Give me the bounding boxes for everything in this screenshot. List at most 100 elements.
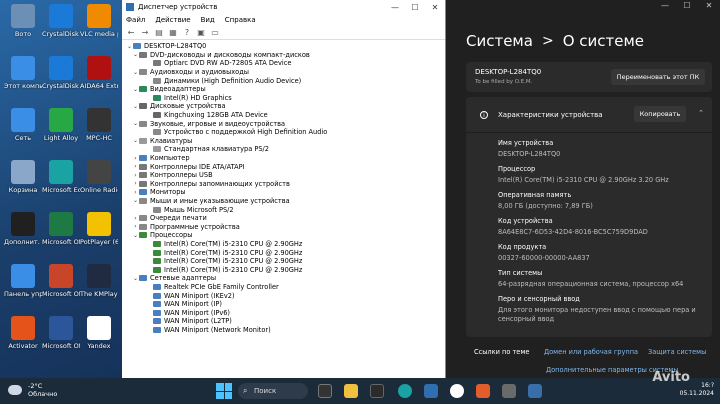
desktop-icon[interactable]: Microsoft Office Exc... — [42, 212, 80, 246]
device-category[interactable]: › Очереди печати — [126, 214, 445, 223]
desktop-icon[interactable]: Microsoft Edge — [42, 160, 80, 194]
device-item[interactable]: Intel(R) Core(TM) i5-2310 CPU @ 2.90GHz — [126, 257, 445, 266]
desktop-icon[interactable]: Дополнит. сведения... — [4, 212, 42, 246]
device-specs-header[interactable]: i Характеристики устройства Копировать ⌃ — [466, 97, 712, 133]
device-item[interactable]: Динамики (High Definition Audio Device) — [126, 76, 445, 85]
chevron-right-icon[interactable]: › — [132, 215, 139, 222]
chevron-down-icon[interactable]: ⌄ — [132, 86, 139, 93]
desktop-icon[interactable]: CrystalDisk Shedkin — [42, 4, 80, 38]
chevron-right-icon[interactable]: › — [132, 223, 139, 230]
copy-button[interactable]: Копировать — [634, 106, 686, 122]
domain-workgroup-link[interactable]: Домен или рабочая группа — [544, 348, 638, 356]
store-icon[interactable] — [424, 384, 438, 398]
chevron-right-icon[interactable]: › — [132, 155, 139, 162]
properties-icon[interactable]: ▦ — [168, 28, 178, 37]
chevron-down-icon[interactable]: ⌄ — [132, 137, 139, 144]
desktop-icon[interactable]: Light Alloy — [42, 108, 80, 142]
desktop-icon[interactable]: Этот компьютер — [4, 56, 42, 90]
task-view-icon[interactable] — [318, 384, 332, 398]
chevron-down-icon[interactable]: ⌄ — [126, 43, 133, 50]
desktop-icon[interactable]: Boтo — [4, 4, 42, 38]
monitor-icon[interactable]: ▭ — [210, 28, 220, 37]
device-item[interactable]: Optiarc DVD RW AD-7280S ATA Device — [126, 59, 445, 68]
device-category[interactable]: › Контроллеры USB — [126, 171, 445, 180]
chevron-down-icon[interactable]: ⌄ — [132, 69, 139, 76]
device-category[interactable]: › Контроллеры IDE ATA/ATAPI — [126, 162, 445, 171]
maximize-button[interactable]: ☐ — [405, 3, 425, 12]
device-item[interactable]: Устройство с поддержкой High Definition … — [126, 128, 445, 137]
desktop-icon[interactable]: VLC media player — [80, 4, 118, 38]
desktop-icon[interactable]: Yandex — [80, 316, 118, 350]
help-icon[interactable]: ? — [182, 28, 192, 37]
close-button[interactable]: ✕ — [425, 3, 445, 12]
desktop-icon[interactable]: Сеть — [4, 108, 42, 142]
chevron-right-icon[interactable]: › — [132, 180, 139, 187]
desktop-icon[interactable]: AIDA64 Extreme — [80, 56, 118, 90]
system-protection-link[interactable]: Защита системы — [648, 348, 706, 356]
minimize-button[interactable]: — — [385, 3, 405, 12]
back-icon[interactable]: ← — [126, 28, 136, 37]
device-item[interactable]: Мышь Microsoft PS/2 — [126, 205, 445, 214]
device-category[interactable]: ⌄ Клавиатуры — [126, 137, 445, 146]
chevron-right-icon[interactable]: › — [132, 172, 139, 179]
menu-action[interactable]: Действие — [155, 16, 190, 24]
edge-icon[interactable] — [398, 384, 412, 398]
yandex-icon[interactable] — [450, 384, 464, 398]
chevron-up-icon[interactable]: ⌃ — [698, 109, 704, 117]
chevron-down-icon[interactable]: ⌄ — [132, 120, 139, 127]
settings-minimize-button[interactable]: — — [654, 0, 676, 12]
device-category[interactable]: ⌄ Сетевые адаптеры — [126, 274, 445, 283]
taskbar-search[interactable]: ⌕ Поиск — [238, 383, 308, 399]
menu-file[interactable]: Файл — [126, 16, 145, 24]
device-category[interactable]: › Программные устройства — [126, 222, 445, 231]
desktop-icon[interactable]: PotPlayer (64-bit) — [80, 212, 118, 246]
chevron-down-icon[interactable]: ⌄ — [132, 103, 139, 110]
device-category[interactable]: ⌄ Звуковые, игровые и видеоустройства — [126, 119, 445, 128]
device-category[interactable]: ⌄ Процессоры — [126, 231, 445, 240]
device-category[interactable]: › Мониторы — [126, 188, 445, 197]
chevron-down-icon[interactable]: ⌄ — [132, 275, 139, 282]
device-category[interactable]: › Компьютер — [126, 154, 445, 163]
desktop-icon[interactable]: CrystalDisk Info — [42, 56, 80, 90]
device-item[interactable]: Realtek PCIe GbE Family Controller — [126, 283, 445, 292]
weather-widget[interactable]: -2°C Облачно — [8, 382, 57, 398]
desktop-icon[interactable]: MPC-HC — [80, 108, 118, 142]
device-item[interactable]: WAN Miniport (L2TP) — [126, 317, 445, 326]
app-icon[interactable] — [370, 384, 384, 398]
device-item[interactable]: WAN Miniport (IKEv2) — [126, 291, 445, 300]
device-item[interactable]: WAN Miniport (Network Monitor) — [126, 326, 445, 335]
device-category[interactable]: ⌄ DVD-дисководы и дисководы компакт-диско… — [126, 51, 445, 60]
desktop-icon[interactable]: Microsoft Office Po... — [42, 264, 80, 298]
device-category[interactable]: ⌄ Дисковые устройства — [126, 102, 445, 111]
device-item[interactable]: WAN Miniport (IPv6) — [126, 308, 445, 317]
device-item[interactable]: WAN Miniport (IP) — [126, 300, 445, 309]
device-item[interactable]: Intel(R) Core(TM) i5-2310 CPU @ 2.90GHz — [126, 265, 445, 274]
forward-icon[interactable]: → — [140, 28, 150, 37]
device-item[interactable]: Стандартная клавиатура PS/2 — [126, 145, 445, 154]
chevron-right-icon[interactable]: › — [132, 189, 139, 196]
app-running-icon[interactable] — [476, 384, 490, 398]
file-explorer-icon[interactable] — [344, 384, 358, 398]
device-item[interactable]: Intel(R) Core(TM) i5-2310 CPU @ 2.90GHz — [126, 240, 445, 249]
desktop-icon[interactable]: Activator — [4, 316, 42, 350]
device-item[interactable]: Intel(R) Core(TM) i5-2310 CPU @ 2.90GHz — [126, 248, 445, 257]
settings-close-button[interactable]: ✕ — [698, 0, 720, 12]
device-category[interactable]: ⌄ Видеоадаптеры — [126, 85, 445, 94]
tree-view-icon[interactable]: ▤ — [154, 28, 164, 37]
desktop-icon[interactable]: Online Radio — [80, 160, 118, 194]
chevron-down-icon[interactable]: ⌄ — [132, 232, 139, 239]
scan-icon[interactable]: ▣ — [196, 28, 206, 37]
chevron-down-icon[interactable]: ⌄ — [132, 51, 139, 58]
settings-task-icon[interactable] — [528, 384, 542, 398]
desktop-icon[interactable]: Панель управления — [4, 264, 42, 298]
desktop-icon[interactable]: Корзина — [4, 160, 42, 194]
desktop-icon[interactable]: The KMPlayer — [80, 264, 118, 298]
device-manager-task-icon[interactable] — [502, 384, 516, 398]
device-item[interactable]: Intel(R) HD Graphics — [126, 94, 445, 103]
menu-help[interactable]: Справка — [225, 16, 256, 24]
device-item[interactable]: Kingchuxing 128GB ATA Device — [126, 111, 445, 120]
windows-start-icon[interactable] — [216, 383, 232, 399]
device-category[interactable]: › Контроллеры запоминающих устройств — [126, 180, 445, 189]
desktop-icon[interactable]: Microsoft Office Wo... — [42, 316, 80, 350]
rename-pc-button[interactable]: Переименовать этот ПК — [611, 69, 705, 85]
